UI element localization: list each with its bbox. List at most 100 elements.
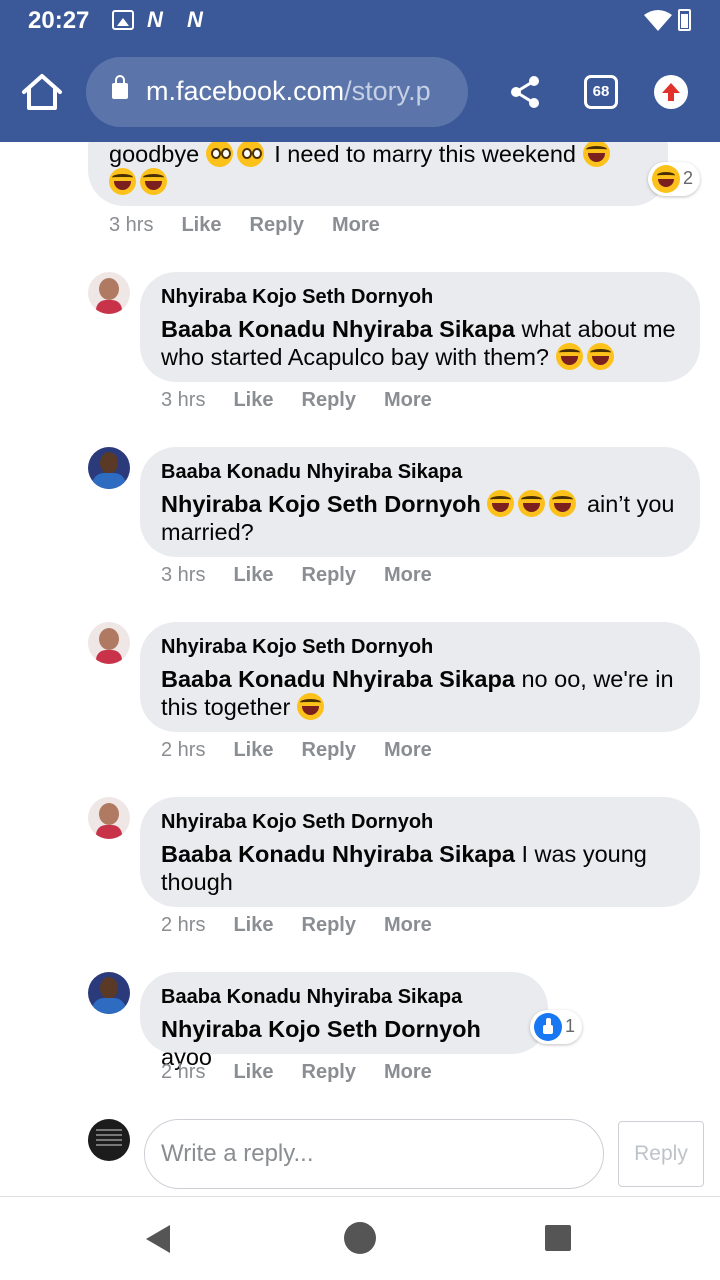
comment-author[interactable]: Baaba Konadu Nhyiraba Sikapa [161, 986, 526, 1009]
home-circle-icon[interactable] [344, 1222, 376, 1254]
reaction-summary[interactable]: 1 [530, 1010, 583, 1044]
recents-icon[interactable] [545, 1225, 571, 1251]
reply-link[interactable]: Reply [302, 914, 356, 937]
comment-actions: 2 hrs Like Reply More [161, 1061, 460, 1084]
comment-author[interactable]: Baaba Konadu Nhyiraba Sikapa [161, 461, 678, 484]
comment-time: 2 hrs [161, 739, 206, 761]
more-link[interactable]: More [384, 389, 432, 412]
mention-link[interactable]: Nhyiraba Kojo Seth Dornyoh [161, 1016, 481, 1042]
flushed-face-icon [236, 142, 264, 167]
n-notification-icon: N [147, 7, 163, 32]
comment-bubble: Nhyiraba Kojo Seth Dornyoh Baaba Konadu … [140, 797, 700, 907]
comment-time: 3 hrs [161, 564, 206, 586]
like-link[interactable]: Like [233, 1061, 273, 1084]
like-link[interactable]: Like [233, 564, 273, 587]
wifi-icon [644, 10, 672, 31]
url-host: m.facebook.com [146, 76, 345, 106]
address-bar[interactable]: m.facebook.com/story.p [86, 57, 468, 127]
like-link[interactable]: Like [233, 739, 273, 762]
comment-text: goodbye I need to marry this weekend [109, 142, 646, 196]
comment-actions: 2 hrs Like Reply More [161, 914, 460, 937]
app-root: 20:27 N N m.facebook.com/story.p 68 good… [0, 0, 720, 1280]
url-text: m.facebook.com/story.p [146, 76, 456, 107]
my-avatar [88, 1119, 130, 1161]
reply-submit-button[interactable]: Reply [618, 1121, 704, 1187]
tears-of-joy-icon [549, 490, 577, 517]
n-notification-icon: N [187, 7, 203, 32]
like-link[interactable]: Like [233, 389, 273, 412]
comment-bubble: goodbye I need to marry this weekend [88, 142, 668, 206]
comment-author[interactable]: Nhyiraba Kojo Seth Dornyoh [161, 636, 678, 659]
comment-actions: 2 hrs Like Reply More [161, 739, 460, 762]
comment-actions: 3 hrs Like Reply More [161, 564, 460, 587]
comment-time: 2 hrs [161, 914, 206, 936]
comment-bubble: Nhyiraba Kojo Seth Dornyoh Baaba Konadu … [140, 272, 700, 382]
avatar[interactable] [88, 622, 130, 664]
tears-of-joy-icon [487, 490, 515, 517]
comment-author[interactable]: Nhyiraba Kojo Seth Dornyoh [161, 286, 678, 309]
more-link[interactable]: More [384, 739, 432, 762]
status-bar: 20:27 N N [0, 0, 720, 44]
lock-icon [112, 75, 128, 99]
browser-toolbar: m.facebook.com/story.p 68 [0, 44, 720, 142]
more-link[interactable]: More [384, 1061, 432, 1084]
comment-time: 3 hrs [109, 214, 154, 236]
home-icon[interactable] [20, 72, 64, 112]
avatar[interactable] [88, 272, 130, 314]
flushed-face-icon [205, 142, 233, 167]
tears-of-joy-icon [582, 142, 610, 167]
mention-link[interactable]: Nhyiraba Kojo Seth Dornyoh [161, 491, 481, 517]
reply-link[interactable]: Reply [302, 564, 356, 587]
tears-of-joy-icon [109, 168, 136, 195]
comment-thread: goodbye I need to marry this weekend 2 3… [0, 142, 720, 1196]
reply-link[interactable]: Reply [302, 389, 356, 412]
more-link[interactable]: More [332, 214, 380, 237]
reply-link[interactable]: Reply [250, 214, 304, 237]
reaction-count: 1 [565, 1015, 576, 1036]
image-notification-icon [112, 10, 134, 30]
comment-time: 2 hrs [161, 1061, 206, 1083]
comment-actions: 3 hrs Like Reply More [109, 214, 408, 237]
mention-link[interactable]: Baaba Konadu Nhyiraba Sikapa [161, 316, 515, 342]
mention-link[interactable]: Baaba Konadu Nhyiraba Sikapa [161, 666, 515, 692]
system-nav-bar [0, 1196, 720, 1280]
reply-input[interactable] [144, 1119, 604, 1189]
reaction-summary[interactable]: 2 [648, 162, 701, 196]
avatar[interactable] [88, 972, 130, 1014]
like-reaction-icon [534, 1013, 562, 1041]
comment-text: Baaba Konadu Nhyiraba Sikapa what about … [161, 316, 676, 370]
comment-text: Nhyiraba Kojo Seth Dornyoh ain’t you mar… [161, 490, 675, 545]
reply-link[interactable]: Reply [302, 1061, 356, 1084]
tears-of-joy-icon [586, 343, 614, 370]
reaction-count: 2 [683, 167, 694, 188]
status-time: 20:27 [28, 7, 90, 34]
more-link[interactable]: More [384, 564, 432, 587]
avatar[interactable] [88, 797, 130, 839]
update-button[interactable] [654, 75, 688, 109]
arrow-up-icon [662, 83, 680, 101]
comment-author[interactable]: Nhyiraba Kojo Seth Dornyoh [161, 811, 678, 834]
comment-bubble: Baaba Konadu Nhyiraba Sikapa Nhyiraba Ko… [140, 447, 700, 557]
tab-switcher-button[interactable]: 68 [584, 75, 618, 109]
share-icon[interactable] [508, 74, 542, 110]
mention-link[interactable]: Baaba Konadu Nhyiraba Sikapa [161, 841, 515, 867]
comment-text: Baaba Konadu Nhyiraba Sikapa no oo, we'r… [161, 666, 674, 720]
comment-bubble: Baaba Konadu Nhyiraba Sikapa Nhyiraba Ko… [140, 972, 548, 1070]
comment-bubble: Nhyiraba Kojo Seth Dornyoh Baaba Konadu … [140, 622, 700, 732]
reply-link[interactable]: Reply [302, 739, 356, 762]
comment-time: 3 hrs [161, 389, 206, 411]
avatar[interactable] [88, 447, 130, 489]
more-link[interactable]: More [384, 914, 432, 937]
url-path: /story.p [344, 76, 431, 106]
tears-of-joy-icon [296, 693, 324, 720]
comment-actions: 3 hrs Like Reply More [161, 389, 460, 412]
back-icon[interactable] [146, 1225, 170, 1253]
tears-of-joy-icon [555, 343, 583, 370]
tears-of-joy-icon [140, 168, 167, 195]
comment-text: Baaba Konadu Nhyiraba Sikapa I was young… [161, 841, 647, 895]
haha-reaction-icon [652, 165, 680, 193]
battery-icon [678, 9, 691, 31]
like-link[interactable]: Like [233, 914, 273, 937]
tears-of-joy-icon [518, 490, 546, 517]
like-link[interactable]: Like [181, 214, 221, 237]
